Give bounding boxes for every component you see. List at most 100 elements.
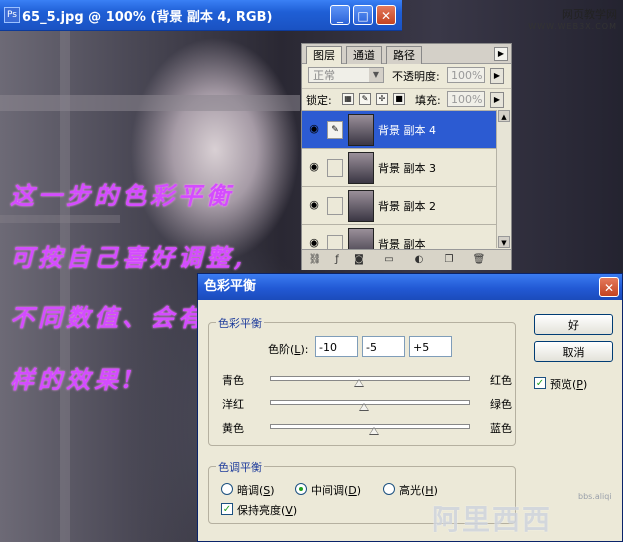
layer-name: 背景 副本 2 [378, 200, 436, 213]
radio-shadows[interactable] [221, 483, 233, 495]
group-label: 色调平衡 [216, 459, 264, 475]
ok-button[interactable]: 好 [534, 314, 613, 335]
new-layer-icon[interactable]: ❐ [442, 253, 456, 267]
slider-handle[interactable] [354, 379, 365, 387]
layer-row[interactable]: ◉ 背景 副本 2 [302, 186, 496, 224]
fill-arrow-icon[interactable]: ▶ [490, 92, 504, 108]
color-balance-dialog: 色彩平衡 ✕ 色彩平衡 色阶(L): -10 -5 +5 青色 红色 洋红 绿色… [197, 273, 623, 542]
radio-midtones[interactable] [295, 483, 307, 495]
layer-thumbnail [348, 114, 374, 146]
radio-highlights-label: 高光(H) [399, 484, 438, 497]
layer-style-icon[interactable]: ƒ [330, 253, 344, 267]
layer-thumbnail [348, 190, 374, 222]
layer-row[interactable]: ◉ 背景 副本 [302, 224, 496, 249]
slider-left-label: 青色 [222, 374, 244, 387]
lock-row: 锁定: ▦ ✎ ✢ ■ 填充: 100% ▶ [302, 88, 511, 109]
close-icon[interactable]: ✕ [599, 277, 619, 297]
layer-row[interactable]: ◉ 背景 副本 3 [302, 148, 496, 186]
visibility-eye-icon[interactable]: ◉ [306, 198, 322, 212]
lock-all-icon[interactable]: ■ [393, 93, 405, 105]
trash-icon[interactable]: 🗑 [472, 253, 486, 267]
preserve-luminosity-label: 保持亮度(V) [237, 504, 298, 517]
dialog-title: 色彩平衡 [204, 279, 257, 294]
dialog-title-bar[interactable]: 色彩平衡 ✕ [198, 274, 622, 300]
document-title: 65_5.jpg @ 100% (背景 副本 4, RGB) [22, 10, 273, 25]
tab-layers[interactable]: 图层 [306, 46, 342, 64]
radio-highlights[interactable] [383, 483, 395, 495]
photoshop-document-icon: Ps [4, 7, 20, 23]
minimize-icon[interactable]: _ [330, 5, 350, 25]
slider-yellow-blue: 黄色 蓝色 [222, 418, 512, 436]
preview-label: 预览(P) [550, 378, 588, 391]
visibility-eye-icon[interactable]: ◉ [306, 160, 322, 174]
blend-mode-select[interactable]: 正常 ▼ [308, 67, 384, 83]
radio-midtones-label: 中间调(D) [311, 484, 362, 497]
watermark-sub: WWW.WEB3X.COM [528, 22, 617, 31]
layer-thumbnail [348, 152, 374, 184]
visibility-eye-icon[interactable]: ◉ [306, 236, 322, 249]
layer-name: 背景 副本 [378, 238, 426, 249]
level-yellow-blue-input[interactable]: +5 [409, 336, 452, 357]
slider-track[interactable] [270, 376, 470, 381]
slider-right-label: 红色 [490, 374, 512, 387]
cancel-button[interactable]: 取消 [534, 341, 613, 362]
slider-magenta-green: 洋红 绿色 [222, 394, 512, 412]
background-beam [60, 30, 70, 542]
tab-channels[interactable]: 通道 [346, 46, 382, 64]
layer-thumbnail [348, 228, 374, 249]
lock-transparent-icon[interactable]: ▦ [342, 93, 354, 105]
preview-checkbox[interactable]: ✓ [534, 377, 546, 389]
opacity-arrow-icon[interactable]: ▶ [490, 68, 504, 84]
scroll-up-icon[interactable]: ▲ [498, 110, 510, 122]
link-slot-icon[interactable] [327, 159, 343, 177]
visibility-eye-icon[interactable]: ◉ [306, 122, 322, 136]
slider-right-label: 绿色 [490, 398, 512, 411]
fill-input[interactable]: 100% [447, 91, 485, 107]
opacity-input[interactable]: 100% [447, 67, 485, 83]
level-magenta-green-input[interactable]: -5 [362, 336, 405, 357]
handwriting-line: 可按自己喜好调整, [10, 243, 247, 272]
layers-panel: 图层 通道 路径 ▶ 正常 ▼ 不透明度: 100% ▶ 锁定: ▦ ✎ ✢ ■… [301, 43, 512, 270]
lock-label: 锁定: [306, 94, 332, 107]
layer-mask-icon[interactable]: ◙ [352, 253, 366, 267]
panel-menu-icon[interactable]: ▶ [494, 47, 508, 61]
watermark-text: 网页教学网 [562, 8, 617, 21]
scroll-down-icon[interactable]: ▼ [498, 236, 510, 248]
slider-handle[interactable] [368, 427, 379, 435]
opacity-label: 不透明度: [392, 70, 440, 83]
site-logo-sub: bbs.aliqi [578, 492, 612, 501]
background-beam [0, 215, 120, 223]
link-slot-icon[interactable] [327, 197, 343, 215]
layer-row[interactable]: ◉ ✎ 背景 副本 4 [302, 110, 496, 148]
slider-left-label: 黄色 [222, 422, 244, 435]
level-cyan-red-input[interactable]: -10 [315, 336, 358, 357]
adjustment-layer-icon[interactable]: ◐ [412, 253, 426, 267]
new-group-icon[interactable]: ▭ [382, 253, 396, 267]
tab-paths[interactable]: 路径 [386, 46, 422, 64]
maximize-icon[interactable]: □ [353, 5, 373, 25]
panel-tabs: 图层 通道 路径 ▶ [302, 44, 511, 64]
link-layers-icon[interactable]: ⛓ [308, 253, 322, 267]
close-icon[interactable]: ✕ [376, 5, 396, 25]
radio-shadows-label: 暗调(S) [237, 484, 275, 497]
levels-label: 色阶(L): [268, 343, 309, 356]
slider-left-label: 洋红 [222, 398, 244, 411]
link-slot-icon[interactable] [327, 235, 343, 249]
brush-icon: ✎ [327, 121, 343, 139]
lock-image-icon[interactable]: ✎ [359, 93, 371, 105]
document-title-bar[interactable]: Ps 65_5.jpg @ 100% (背景 副本 4, RGB) _ □ ✕ [0, 0, 402, 31]
preserve-luminosity-checkbox[interactable]: ✓ [221, 503, 233, 515]
lock-position-icon[interactable]: ✢ [376, 93, 388, 105]
fill-label: 填充: [415, 94, 441, 107]
slider-handle[interactable] [359, 403, 370, 411]
layer-name: 背景 副本 4 [378, 124, 436, 137]
slider-track[interactable] [270, 400, 470, 405]
background-beam [0, 95, 300, 111]
slider-right-label: 蓝色 [490, 422, 512, 435]
site-logo: 阿里西西 [432, 503, 553, 536]
layers-toolbar: ⛓ ƒ ◙ ▭ ◐ ❐ 🗑 [302, 249, 511, 270]
layers-scrollbar[interactable]: ▲ ▼ [496, 110, 511, 248]
chevron-down-icon: ▼ [369, 68, 383, 82]
layer-name: 背景 副本 3 [378, 162, 436, 175]
blend-row: 正常 ▼ 不透明度: 100% ▶ [302, 65, 511, 85]
